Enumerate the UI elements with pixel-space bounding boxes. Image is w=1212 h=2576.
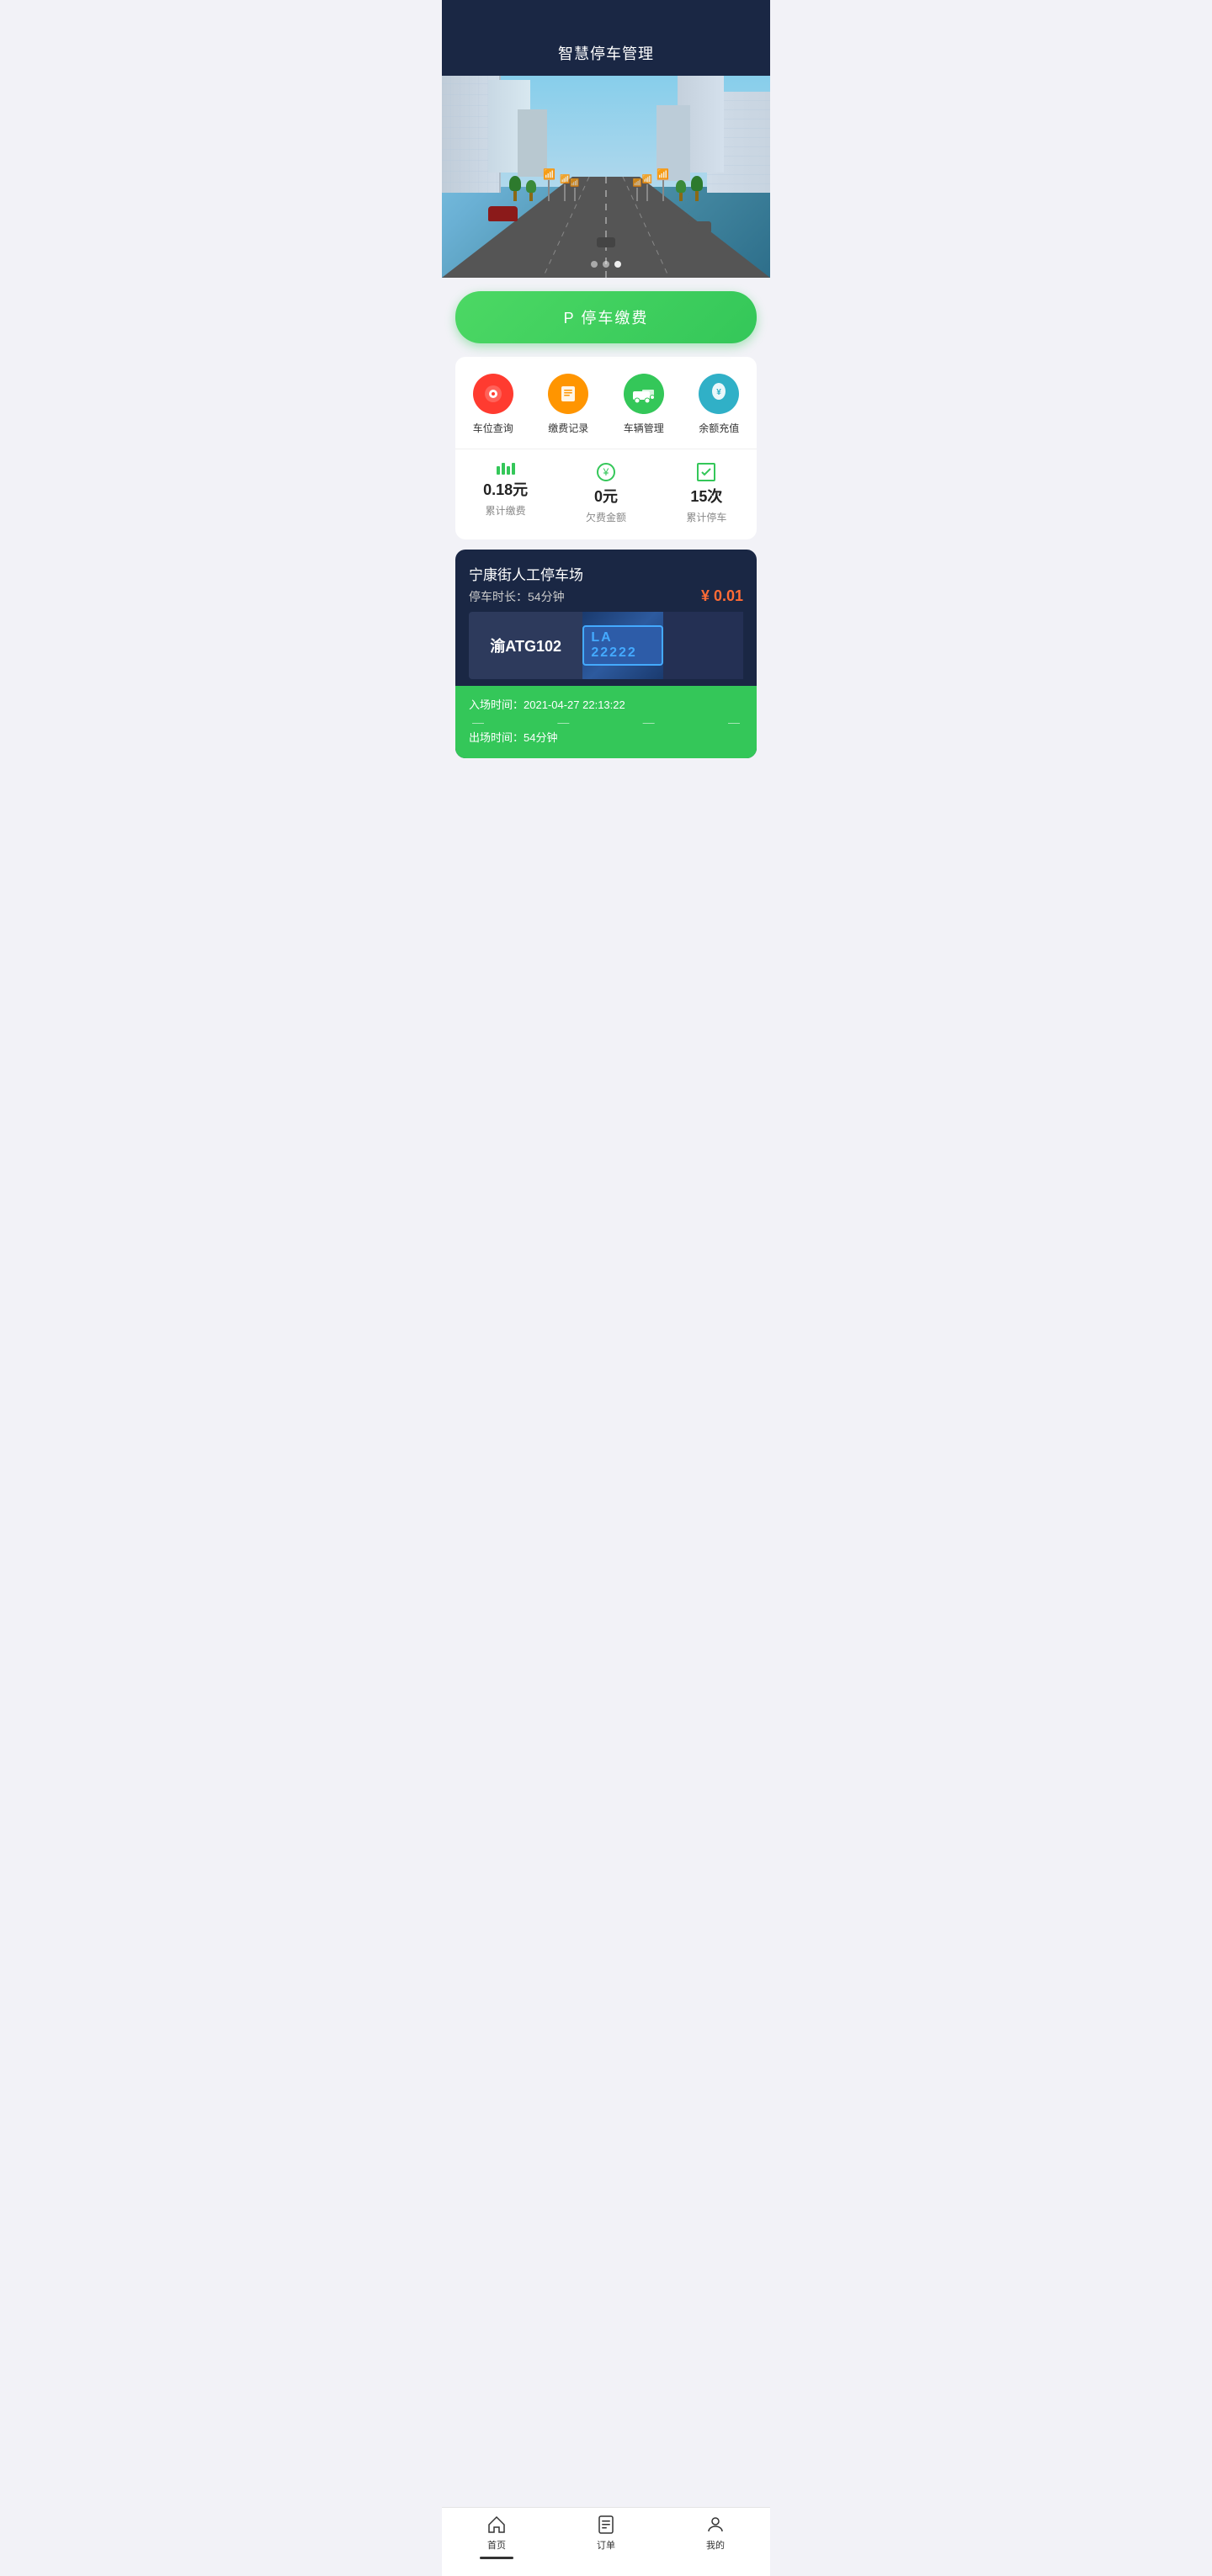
dot-3[interactable]: [614, 261, 621, 268]
quick-actions-card: 车位查询 缴费记录: [455, 357, 757, 539]
payment-section: P 停车缴费: [442, 278, 770, 357]
action-payment-records[interactable]: 缴费记录: [531, 374, 607, 435]
spot-query-label: 车位查询: [473, 421, 513, 435]
recharge-icon: ¥: [708, 383, 730, 405]
nav-orders-label: 订单: [597, 2538, 615, 2552]
wifi-pole-left-2: 📶: [560, 175, 570, 201]
recharge-label: 余额充值: [699, 421, 739, 435]
stat-cumulative-fee: 0.18元 累计缴费: [455, 463, 556, 524]
stat-fee-value: 0.18元: [483, 478, 528, 500]
nav-home-indicator: [480, 2557, 513, 2559]
recharge-icon-wrap: ¥: [699, 374, 739, 414]
stat-total-parking: 15次 累计停车: [656, 463, 757, 524]
wifi-pole-left-1: 📶: [543, 168, 556, 201]
vehicle-mgmt-label: 车辆管理: [624, 421, 664, 435]
parking-duration-row: 停车时长：54分钟 ¥ 0.01: [469, 587, 743, 605]
parking-card-header: 宁康街人工停车场 停车时长：54分钟 ¥ 0.01: [455, 550, 757, 612]
stat-parking-icon: [697, 463, 715, 481]
parking-fee: ¥ 0.01: [701, 587, 743, 605]
entry-time-row: 入场时间：2021-04-27 22:13:22: [469, 696, 743, 712]
wifi-pole-right-2: 📶: [642, 175, 652, 201]
car-right: [688, 221, 711, 233]
stat-owed-value: 0元: [594, 485, 618, 507]
vehicle-mgmt-icon: [632, 385, 656, 403]
dot-2[interactable]: [603, 261, 609, 268]
parking-card-body: 渝ATG102 LA 22222: [469, 612, 743, 679]
action-spot-query[interactable]: 车位查询: [455, 374, 531, 435]
payment-records-label: 缴费记录: [548, 421, 588, 435]
stats-grid: 0.18元 累计缴费 ¥ 0元 欠费金额 15次 累计停车: [455, 449, 757, 531]
car-center: [597, 237, 615, 247]
exit-time-label: 出场时间：: [469, 731, 524, 744]
action-vehicle-mgmt[interactable]: 车辆管理: [606, 374, 682, 435]
stat-owed-label: 欠费金额: [586, 510, 626, 524]
payment-records-icon: [557, 383, 579, 405]
bottom-nav: 首页 订单 我的: [442, 2507, 770, 2576]
stat-parking-value: 15次: [690, 485, 722, 507]
vehicle-mgmt-icon-wrap: [624, 374, 664, 414]
wifi-pole-left-3: 📶: [570, 178, 579, 201]
orders-icon: [596, 2515, 616, 2535]
dot-1[interactable]: [591, 261, 598, 268]
stat-owed: ¥ 0元 欠费金额: [556, 463, 656, 524]
profile-icon: [705, 2515, 726, 2535]
svg-text:¥: ¥: [716, 388, 721, 397]
plate-empty: [663, 612, 743, 679]
wifi-pole-right-3: 📶: [633, 178, 642, 201]
car-left: [488, 206, 518, 221]
banner: 📶 📶 📶 📶 📶 📶: [442, 76, 770, 278]
nav-profile[interactable]: 我的: [661, 2515, 770, 2559]
parking-name: 宁康街人工停车场: [469, 563, 743, 584]
home-icon: [486, 2515, 507, 2535]
plate-image: LA 22222: [582, 612, 662, 679]
stat-fee-icon: [497, 463, 515, 475]
exit-time-value: 54分钟: [524, 731, 557, 744]
plate-number: 渝ATG102: [469, 612, 582, 679]
building-left-3: [518, 109, 547, 177]
actions-grid: 车位查询 缴费记录: [455, 374, 757, 449]
banner-scene: 📶 📶 📶 📶 📶 📶: [442, 76, 770, 278]
payment-records-icon-wrap: [548, 374, 588, 414]
nav-home-label: 首页: [487, 2538, 506, 2552]
nav-profile-label: 我的: [706, 2538, 725, 2552]
payment-button[interactable]: P 停车缴费: [455, 291, 757, 343]
stat-owed-icon: ¥: [597, 463, 615, 481]
parking-card: 宁康街人工停车场 停车时长：54分钟 ¥ 0.01 渝ATG102 LA 222…: [455, 550, 757, 758]
app-header: 智慧停车管理: [442, 0, 770, 76]
time-dashes: — — — —: [469, 715, 743, 729]
nav-home[interactable]: 首页: [442, 2515, 551, 2559]
checkbox-icon: [700, 466, 712, 478]
action-recharge[interactable]: ¥ 余额充值: [682, 374, 758, 435]
stat-fee-label: 累计缴费: [486, 503, 526, 518]
parking-card-footer: 入场时间：2021-04-27 22:13:22 — — — — 出场时间：54…: [455, 686, 757, 758]
stat-parking-label: 累计停车: [686, 510, 726, 524]
wifi-pole-right-1: 📶: [656, 168, 669, 201]
entry-time-label: 入场时间：: [469, 698, 524, 711]
spot-query-icon: [482, 383, 504, 405]
entry-time-value: 2021-04-27 22:13:22: [524, 698, 625, 711]
parking-duration: 停车时长：54分钟: [469, 588, 565, 605]
exit-time-row: 出场时间：54分钟: [469, 729, 743, 745]
spot-query-icon-wrap: [473, 374, 513, 414]
banner-dots: [591, 261, 621, 268]
plate-image-text: LA 22222: [582, 625, 662, 666]
app-title: 智慧停车管理: [558, 45, 654, 62]
nav-orders[interactable]: 订单: [551, 2515, 661, 2559]
